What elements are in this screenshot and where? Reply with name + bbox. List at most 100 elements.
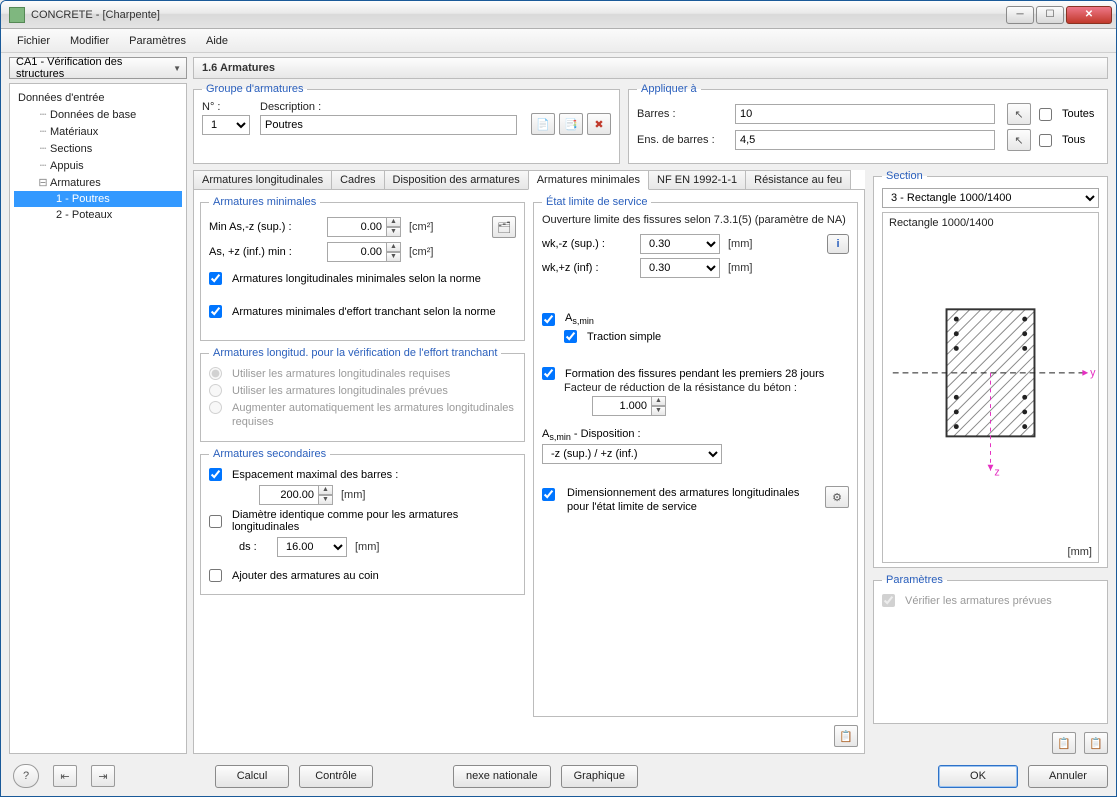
chk-asmin[interactable] (542, 313, 555, 326)
titlebar: CONCRETE - [Charpente] ─ ☐ ✕ (1, 1, 1116, 29)
section-legend: Section (882, 170, 927, 182)
delete-icon[interactable]: ✖ (587, 113, 611, 135)
group-armatures-legend: Groupe d'armatures (202, 83, 307, 95)
tab-disposition[interactable]: Disposition des armatures (384, 170, 529, 189)
chk-long-min[interactable] (209, 272, 222, 285)
close-button[interactable]: ✕ (1066, 6, 1112, 24)
ds-select[interactable]: 16.00 (277, 537, 347, 557)
params-box: Paramètres Vérifier les armatures prévue… (873, 574, 1108, 724)
calcul-button[interactable]: Calcul (215, 765, 289, 788)
chk-dim-long[interactable] (542, 488, 555, 501)
nexe-button[interactable]: nexe nationale (453, 765, 551, 788)
barres-input[interactable] (735, 104, 995, 124)
els-box: État limite de service Ouverture limite … (533, 196, 858, 717)
ouv-label: Ouverture limite des fissures selon 7.3.… (542, 214, 849, 226)
longverif-box: Armatures longitud. pour la vérification… (200, 347, 525, 442)
chk-formation[interactable] (542, 367, 555, 380)
menu-modifier[interactable]: Modifier (60, 32, 119, 50)
esp-spin[interactable]: ▲▼ (259, 485, 333, 505)
radio-prevues (209, 384, 222, 397)
maximize-button[interactable]: ☐ (1036, 6, 1064, 24)
armsec-legend: Armatures secondaires (209, 448, 330, 460)
group-armatures-box: Groupe d'armatures N° : 1 Description : (193, 83, 620, 164)
ok-button[interactable]: OK (938, 765, 1018, 788)
tab-feu[interactable]: Résistance au feu (745, 170, 851, 189)
tree-item-sections[interactable]: ┄Sections (14, 140, 182, 157)
tab-cadres[interactable]: Cadres (331, 170, 384, 189)
next-icon[interactable]: ⇥ (91, 765, 115, 787)
els-legend: État limite de service (542, 196, 651, 208)
pick-ens-icon[interactable]: ↖ (1007, 129, 1031, 151)
tab-nf[interactable]: NF EN 1992-1-1 (648, 170, 746, 189)
side-icon-2[interactable]: 📋 (1084, 732, 1108, 754)
help-icon[interactable]: ? (13, 764, 39, 788)
min-inf-label: As, +z (inf.) min : (209, 246, 319, 258)
longverif-legend: Armatures longitud. pour la vérification… (209, 347, 501, 359)
wk-inf-select[interactable]: 0.30 (640, 258, 720, 278)
tree-item-base[interactable]: ┄Données de base (14, 106, 182, 123)
tab-longitudinales[interactable]: Armatures longitudinales (193, 170, 332, 189)
apply-legend: Appliquer à (637, 83, 701, 95)
tab-strip: Armatures longitudinales Cadres Disposit… (193, 170, 865, 190)
copy-icon[interactable]: 📑 (559, 113, 583, 135)
section-svg: y z (883, 213, 1098, 562)
chk-traction[interactable] (564, 330, 577, 343)
graphique-button[interactable]: Graphique (561, 765, 638, 788)
menu-parametres[interactable]: Paramètres (119, 32, 196, 50)
section-box: Section 3 - Rectangle 1000/1400 Rectangl… (873, 170, 1108, 568)
side-icon-1[interactable]: 📋 (1052, 732, 1076, 754)
armmin-box: Armatures minimales Min As,-z (sup.) : ▲… (200, 196, 525, 341)
ds-label: ds : (239, 541, 269, 553)
armmin-legend: Armatures minimales (209, 196, 320, 208)
annuler-button[interactable]: Annuler (1028, 765, 1108, 788)
controle-button[interactable]: Contrôle (299, 765, 373, 788)
prev-icon[interactable]: ⇤ (53, 765, 77, 787)
app-window: CONCRETE - [Charpente] ─ ☐ ✕ Fichier Mod… (0, 0, 1117, 797)
tree-item-poteaux[interactable]: 2 - Poteaux (14, 207, 182, 223)
nav-tree[interactable]: Données d'entrée ┄Données de base ┄Matér… (9, 83, 187, 754)
tab-minimales[interactable]: Armatures minimales (528, 170, 649, 190)
ens-label: Ens. de barres : (637, 134, 727, 146)
dispo-select[interactable]: -z (sup.) / +z (inf.) (542, 444, 722, 464)
tree-item-armatures[interactable]: ⊟Armatures (14, 174, 182, 191)
section-title: 1.6 Armatures (193, 57, 1108, 79)
tree-item-appuis[interactable]: ┄Appuis (14, 157, 182, 174)
tree-root[interactable]: Données d'entrée (14, 90, 182, 106)
min-inf-spin[interactable]: ▲▼ (327, 242, 401, 262)
apply-box: Appliquer à Barres : ↖ Toutes Ens. de ba… (628, 83, 1108, 164)
min-sup-spin[interactable]: ▲▼ (327, 217, 401, 237)
details-icon[interactable]: 📋 (834, 725, 858, 747)
ens-input[interactable] (735, 130, 995, 150)
case-select[interactable]: CA1 - Vérification des structures (9, 57, 187, 79)
dispo-label: As,min - Disposition : (542, 428, 849, 442)
no-select[interactable]: 1 (202, 115, 250, 135)
minimize-button[interactable]: ─ (1006, 6, 1034, 24)
facteur-spin[interactable]: ▲▼ (592, 396, 666, 416)
radio-requises (209, 367, 222, 380)
chk-tranch-min[interactable] (209, 305, 222, 318)
wk-inf-label: wk,+z (inf) : (542, 262, 632, 274)
chk-diam-identique[interactable] (209, 515, 222, 528)
section-select[interactable]: 3 - Rectangle 1000/1400 (882, 188, 1099, 208)
library-icon[interactable]: 🗂 (492, 216, 516, 238)
menu-aide[interactable]: Aide (196, 32, 238, 50)
menu-fichier[interactable]: Fichier (7, 32, 60, 50)
chk-verifier-prevues (882, 594, 895, 607)
tree-item-materiaux[interactable]: ┄Matériaux (14, 123, 182, 140)
footer: ? ⇤ ⇥ Calcul Contrôle nexe nationale Gra… (9, 754, 1108, 788)
desc-label: Description : (260, 101, 517, 113)
wk-sup-select[interactable]: 0.30 (640, 234, 720, 254)
svg-text:y: y (1090, 367, 1096, 379)
toutes-check[interactable] (1039, 108, 1052, 121)
chk-coin[interactable] (209, 569, 222, 582)
asmin-label: As,min (565, 312, 594, 326)
pick-barres-icon[interactable]: ↖ (1007, 103, 1031, 125)
settings-icon[interactable]: ⚙ (825, 486, 849, 508)
tree-item-poutres[interactable]: 1 - Poutres (14, 191, 182, 207)
desc-input[interactable] (260, 115, 517, 135)
app-icon (9, 7, 25, 23)
tous-check[interactable] (1039, 134, 1052, 147)
info-icon[interactable]: i (827, 234, 849, 254)
chk-espacement[interactable] (209, 468, 222, 481)
new-icon[interactable]: 📄 (531, 113, 555, 135)
